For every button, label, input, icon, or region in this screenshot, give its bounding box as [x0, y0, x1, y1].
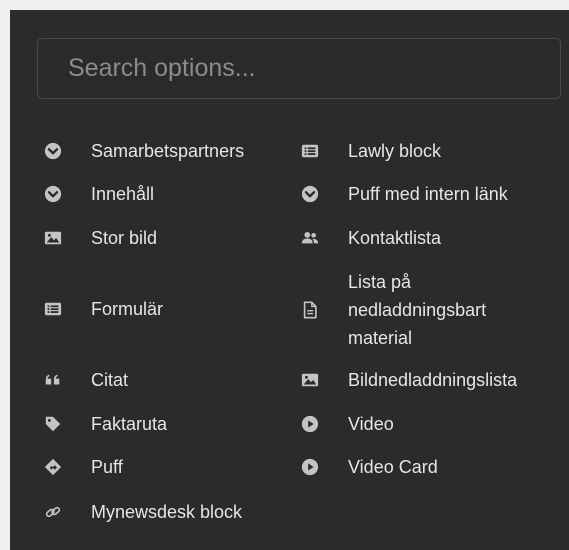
chevron-circle-down-icon	[43, 141, 63, 161]
option-mynewsdesk-block[interactable]: Mynewsdesk block	[43, 495, 242, 529]
option-innehall[interactable]: Innehåll	[43, 177, 154, 211]
option-label: Kontaktlista	[348, 228, 442, 248]
option-label: Bildnedladdningslista	[348, 370, 518, 390]
quote-icon	[43, 370, 63, 390]
option-label: Lawly block	[348, 141, 442, 161]
options-panel: Samarbetspartners Innehåll Stor bild For…	[10, 10, 569, 550]
option-puff-med-intern-lank[interactable]: Puff med intern länk	[300, 177, 508, 211]
option-label: Lista på nedladdningsbart material	[348, 272, 487, 348]
option-label: Puff	[91, 457, 123, 477]
option-label: Video Card	[348, 457, 438, 477]
option-video[interactable]: Video	[300, 407, 394, 441]
image-icon	[300, 370, 320, 390]
users-icon	[300, 228, 320, 248]
option-label: Video	[348, 414, 394, 434]
option-faktaruta[interactable]: Faktaruta	[43, 407, 167, 441]
search-box[interactable]	[37, 38, 561, 99]
option-formular[interactable]: Formulär	[43, 292, 163, 326]
list-alt-icon	[300, 141, 320, 161]
option-label: Stor bild	[91, 228, 158, 248]
chevron-circle-down-icon	[43, 184, 63, 204]
option-label: Formulär	[91, 299, 164, 319]
option-bildnedladdningslista[interactable]: Bildnedladdningslista	[300, 363, 517, 397]
document-icon	[300, 300, 320, 320]
play-circle-icon	[300, 457, 320, 477]
search-input[interactable]	[38, 39, 560, 98]
option-label: Innehåll	[91, 184, 155, 204]
option-kontaktlista[interactable]: Kontaktlista	[300, 221, 441, 255]
option-puff[interactable]: Puff	[43, 450, 123, 484]
option-label: Samarbetspartners	[91, 141, 245, 161]
option-video-card[interactable]: Video Card	[300, 450, 438, 484]
link-icon	[43, 502, 63, 522]
chevron-circle-down-icon	[300, 184, 320, 204]
tag-icon	[43, 414, 63, 434]
image-icon	[43, 228, 63, 248]
option-label: Puff med intern länk	[348, 184, 508, 204]
option-label: Citat	[91, 370, 129, 390]
option-label: Faktaruta	[91, 414, 168, 434]
option-stor-bild[interactable]: Stor bild	[43, 221, 157, 255]
option-samarbetspartners[interactable]: Samarbetspartners	[43, 134, 244, 168]
option-lista-pa-nedladdningsbart-material[interactable]: Lista på nedladdningsbart material	[300, 265, 538, 355]
list-alt-icon	[43, 299, 63, 319]
directions-diamond-icon	[43, 457, 63, 477]
option-label: Mynewsdesk block	[91, 502, 243, 522]
option-citat[interactable]: Citat	[43, 363, 128, 397]
option-lawly-block[interactable]: Lawly block	[300, 134, 441, 168]
play-circle-icon	[300, 414, 320, 434]
